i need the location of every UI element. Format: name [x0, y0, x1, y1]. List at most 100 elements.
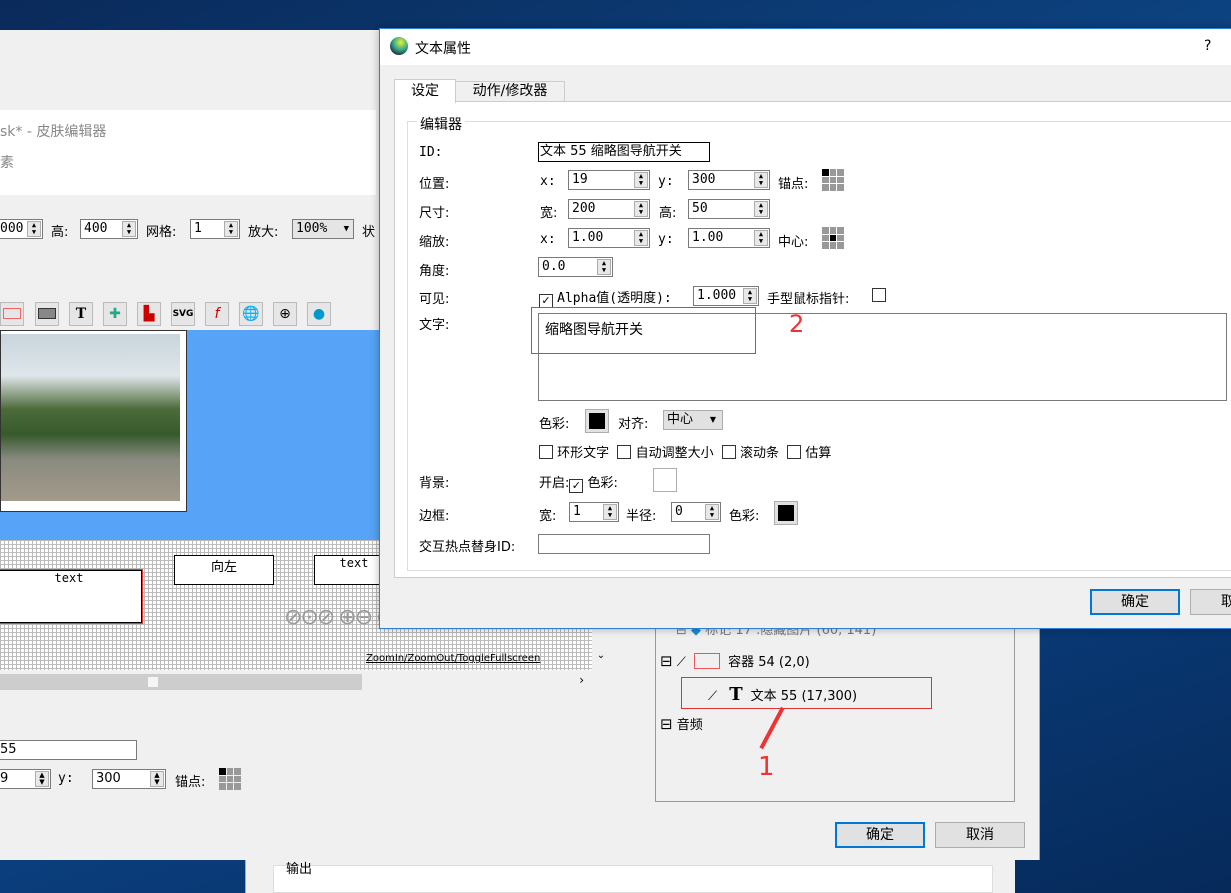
crosshair-icon[interactable]: ⊕	[273, 302, 297, 326]
editor-subtitle: 素	[0, 155, 14, 171]
bg-enable-checkbox[interactable]: ✓	[569, 479, 584, 493]
button-left[interactable]: 向左	[174, 555, 274, 585]
element-y-label: y:	[58, 771, 74, 786]
text-box-selected[interactable]: text	[0, 569, 143, 624]
border-color-label: 色彩:	[729, 509, 760, 524]
width-input[interactable]: 200 ▲ ▼	[568, 199, 650, 219]
dialog-ok-button[interactable]: 确定	[1090, 589, 1180, 615]
text-color-fill	[589, 413, 605, 429]
bg-color-swatch[interactable]	[653, 468, 677, 492]
grid-input[interactable]: 1 ▲ ▼	[190, 219, 240, 239]
alpha-input[interactable]: 1.000 ▲ ▼	[693, 286, 759, 306]
height-label: 高:	[51, 225, 69, 240]
border-width-label: 宽:	[539, 509, 557, 524]
zoom-label: 放大:	[248, 225, 279, 240]
bg-enable-label: 开启:	[539, 476, 570, 491]
editor-title-area: sk* - 皮肤编辑器 素	[0, 110, 376, 195]
output-label: 输出	[286, 862, 313, 877]
hand-cursor-checkbox[interactable]	[872, 288, 886, 302]
hotspot-input[interactable]	[538, 534, 710, 554]
auto-resize-checkbox[interactable]	[617, 445, 632, 459]
align-label: 对齐:	[618, 417, 649, 432]
tree-item-text-55[interactable]: ⟋ T 文本 55 (17,300)	[681, 677, 932, 709]
text-icon[interactable]: T	[69, 302, 93, 326]
auto-resize-label: 自动调整大小	[635, 446, 714, 461]
center-label: 中心:	[778, 235, 809, 250]
editor-ok-button[interactable]: 确定	[835, 822, 925, 848]
help-button[interactable]: ?	[1204, 38, 1211, 54]
panorama-thumbnail	[0, 330, 187, 512]
horizontal-scrollbar[interactable]: ›	[0, 672, 592, 692]
position-label: 位置:	[419, 177, 450, 192]
brush-icon: ⟋	[708, 689, 718, 704]
status-label: 状	[362, 225, 376, 240]
dialog-title: 文本属性	[415, 41, 471, 57]
pos-x-label: x:	[540, 174, 556, 189]
dialog-cancel-button[interactable]: 取	[1190, 589, 1231, 615]
angle-label: 角度:	[419, 264, 450, 279]
angle-input[interactable]: 0.0 ▲ ▼	[538, 257, 613, 277]
width-label: 宽:	[540, 206, 558, 221]
ring-text-checkbox[interactable]	[539, 445, 553, 459]
editor-title: sk* - 皮肤编辑器	[0, 124, 107, 140]
editor-cancel-button[interactable]: 取消	[935, 822, 1025, 848]
width-input[interactable]: 000 ▲ ▼	[0, 219, 43, 239]
output-window: 输出	[245, 860, 1015, 893]
globe-icon[interactable]: 🌐	[239, 302, 263, 326]
hotspot-label: 交互热点替身ID:	[419, 540, 516, 555]
collapse-icon[interactable]: ⊟	[660, 652, 673, 670]
image-button-icon[interactable]: ✚	[103, 302, 127, 326]
hand-cursor-label: 手型鼠标指针:	[767, 292, 850, 307]
text-icon: T	[729, 684, 743, 705]
container-icon	[693, 653, 720, 669]
height-input[interactable]: 50 ▲ ▼	[688, 199, 770, 219]
flash-icon[interactable]: f	[205, 302, 229, 326]
anchor-grid-icon[interactable]	[219, 768, 241, 790]
text-color-swatch[interactable]	[585, 409, 609, 433]
visible-label: 可见:	[419, 292, 450, 307]
tab-actions[interactable]: 动作/修改器	[455, 81, 565, 102]
anchor-grid-icon[interactable]	[822, 169, 844, 191]
id-label: ID:	[419, 145, 443, 160]
ring-text-label: 环形文字	[557, 446, 610, 461]
layer-tree[interactable]: ⊟ ◆ 标记 17 :隐藏图片 (60, 141) ⊟ ⟋ 容器 54 (2,0…	[655, 600, 1015, 802]
annotation-box-2	[531, 307, 756, 354]
brush-icon: ⟋	[676, 655, 686, 670]
scrollbar-label: 滚动条	[739, 446, 779, 461]
radius-input[interactable]: 0 ▲ ▼	[671, 502, 721, 522]
zoom-select[interactable]: 100% ▼	[292, 219, 354, 239]
dialog-titlebar: 文本属性 ?	[380, 29, 1231, 65]
element-x-input[interactable]: 9 ▲ ▼	[0, 769, 51, 789]
pos-y-input[interactable]: 300 ▲ ▼	[688, 170, 770, 190]
scale-x-input[interactable]: 1.00 ▲ ▼	[568, 228, 650, 248]
alpha-label: Alpha值(透明度):	[557, 291, 672, 306]
border-width-input[interactable]: 1 ▲ ▼	[569, 502, 619, 522]
svg-icon[interactable]: SVG	[171, 302, 195, 326]
element-id-input[interactable]: 55	[0, 740, 137, 760]
visible-checkbox[interactable]: ✓	[539, 294, 553, 308]
map-pin-icon[interactable]: ●	[307, 302, 331, 326]
border-color-swatch[interactable]	[774, 501, 798, 525]
element-y-input[interactable]: 300 ▲ ▼	[92, 769, 166, 789]
tree-item-audio[interactable]: ⊟ 音频	[660, 714, 703, 733]
grid-label: 网格:	[146, 225, 177, 240]
filled-rectangle-icon[interactable]	[35, 302, 59, 326]
align-select[interactable]: 中心 ▼	[663, 410, 723, 430]
visible-checkbox-row: ✓ Alpha值(透明度):	[539, 287, 672, 308]
scale-y-input[interactable]: 1.00 ▲ ▼	[688, 228, 770, 248]
border-label: 边框:	[419, 509, 450, 524]
pos-x-input[interactable]: 19 ▲ ▼	[568, 170, 650, 190]
collapse-icon[interactable]: ⊟	[660, 715, 673, 733]
image-icon[interactable]: ▙	[137, 302, 161, 326]
size-label: 尺寸:	[419, 206, 450, 221]
tab-settings[interactable]: 设定	[394, 79, 456, 103]
height-input[interactable]: 400 ▲ ▼	[80, 219, 138, 239]
center-grid-icon[interactable]	[822, 227, 844, 249]
scale-label: 缩放:	[419, 235, 450, 250]
app-icon	[390, 37, 408, 55]
rectangle-icon[interactable]	[0, 302, 24, 326]
estimate-checkbox[interactable]	[787, 445, 802, 459]
scrollbar-checkbox[interactable]	[721, 445, 736, 459]
id-input[interactable]: 文本 55 缩略图导航开关	[538, 142, 710, 162]
tree-item-container[interactable]: ⊟ ⟋ 容器 54 (2,0)	[660, 651, 810, 670]
